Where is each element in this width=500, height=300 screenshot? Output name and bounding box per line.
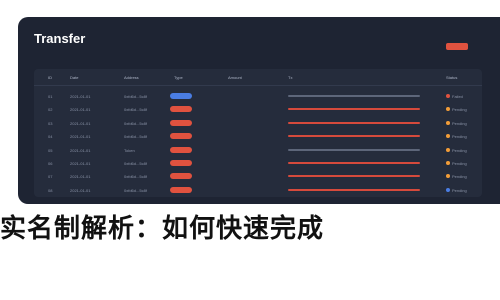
type-pill[interactable]	[170, 146, 192, 153]
header-amount: Amount	[228, 75, 242, 80]
row-date: 2021-01-01	[70, 94, 91, 99]
tx-hash-bar	[288, 108, 420, 111]
table-row[interactable]: 03 2021-01-01 0xfd6d...5c8f Pending	[34, 116, 482, 130]
tx-hash-bar	[288, 148, 420, 151]
status-dot-icon	[446, 134, 450, 139]
row-status: Pending	[452, 174, 467, 180]
tx-hash-bar	[288, 188, 420, 191]
table-row[interactable]: 01 2021-01-01 0xfd6d...5c8f Failed	[34, 89, 482, 103]
row-id: 05	[48, 147, 53, 153]
row-id: 02	[48, 107, 53, 113]
header-tx: Tx	[288, 75, 293, 80]
row-id: 06	[48, 161, 53, 166]
row-id: 01	[48, 94, 53, 99]
type-pill[interactable]	[170, 106, 192, 113]
status-dot-icon	[446, 94, 450, 98]
row-address: 0xfd6d...5c8f	[124, 134, 147, 140]
type-pill[interactable]	[170, 133, 192, 140]
header-id: ID	[48, 75, 52, 80]
row-address: 0xfd6d...5c8f	[124, 187, 147, 193]
row-address: 0xfd6d...5c8f	[124, 161, 147, 166]
row-date: 2021-01-01	[70, 147, 91, 153]
header-date: Date	[70, 75, 79, 80]
window-title: Transfer	[34, 31, 86, 46]
row-id: 08	[48, 187, 53, 193]
row-status: Pending	[452, 107, 467, 113]
headline: 实名制解析：如何快速完成	[0, 214, 325, 244]
action-button[interactable]	[446, 43, 468, 50]
status-dot-icon	[446, 147, 450, 152]
row-date: 2021-01-01	[70, 134, 91, 140]
header-type: Type	[174, 75, 183, 80]
tx-hash-bar	[288, 175, 420, 178]
type-pill[interactable]	[170, 186, 192, 193]
row-status: Failed	[452, 94, 463, 99]
row-id: 03	[48, 120, 53, 126]
table-row[interactable]: 08 2021-01-01 0xfd6d...5c8f Pending	[34, 183, 482, 197]
status-dot-icon	[446, 161, 450, 165]
status-dot-icon	[446, 187, 450, 192]
row-id: 07	[48, 174, 53, 180]
row-address: Token	[124, 147, 135, 153]
row-address: 0xfd6d...5c8f	[124, 94, 147, 99]
table-row[interactable]: 06 2021-01-01 0xfd6d...5c8f Pending	[34, 156, 482, 170]
row-date: 2021-01-01	[70, 161, 91, 166]
header-address: Address	[124, 75, 139, 80]
table-row[interactable]: 02 2021-01-01 0xfd6d...5c8f Pending	[34, 102, 482, 116]
status-dot-icon	[446, 120, 450, 125]
row-date: 2021-01-01	[70, 107, 91, 113]
row-date: 2021-01-01	[70, 174, 91, 180]
transfer-table: ID Date Address Type Amount Tx Status 01…	[34, 69, 482, 197]
tx-hash-bar	[288, 121, 420, 124]
type-pill[interactable]	[170, 93, 192, 99]
table-row[interactable]: 05 2021-01-01 Token Pending	[34, 143, 482, 157]
tx-hash-bar	[288, 135, 420, 138]
type-pill[interactable]	[170, 173, 192, 180]
row-date: 2021-01-01	[70, 120, 91, 126]
row-address: 0xfd6d...5c8f	[124, 107, 147, 113]
type-pill[interactable]	[170, 160, 192, 166]
row-address: 0xfd6d...5c8f	[124, 174, 147, 180]
row-status: Pending	[452, 161, 467, 166]
type-pill[interactable]	[170, 119, 192, 126]
tx-hash-bar	[288, 162, 420, 164]
row-date: 2021-01-01	[70, 187, 91, 193]
status-dot-icon	[446, 174, 450, 179]
row-status: Pending	[452, 187, 467, 193]
table-header: ID Date Address Type Amount Tx Status	[34, 69, 482, 86]
row-status: Pending	[452, 120, 467, 126]
status-dot-icon	[446, 107, 450, 112]
row-status: Pending	[452, 147, 467, 153]
table-row[interactable]: 04 2021-01-01 0xfd6d...5c8f Pending	[34, 129, 482, 143]
header-status: Status	[446, 75, 458, 80]
row-address: 0xfd6d...5c8f	[124, 120, 147, 126]
row-id: 04	[48, 134, 53, 140]
table-row[interactable]: 07 2021-01-01 0xfd6d...5c8f Pending	[34, 169, 482, 183]
tx-hash-bar	[288, 95, 420, 97]
transfer-panel: Transfer ID Date Address Type Amount Tx …	[18, 17, 500, 204]
row-status: Pending	[452, 134, 467, 140]
